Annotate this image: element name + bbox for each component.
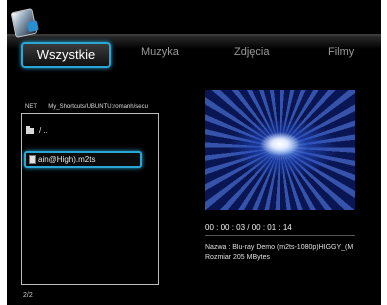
media-player-screen: Wszystkie Muzyka Zdjęcia Filmy NET My_Sh… [7,0,381,305]
tab-all-label: Wszystkie [36,47,96,62]
list-item-selected-file[interactable]: ain@High).m2ts [24,151,142,168]
path-location: My_Shortcuts/UBUNTU:romanh/secu [48,104,148,110]
folder-icon [26,125,34,134]
page-indicator: 2/2 [23,292,33,299]
tab-all[interactable]: Wszystkie [21,42,111,68]
details-divider [205,235,355,236]
path-net: NET [25,104,37,110]
list-item-parent-folder[interactable]: / .. [26,125,48,135]
breadcrumb: NET My_Shortcuts/UBUNTU:romanh/secu [25,104,148,110]
video-preview-thumbnail [205,90,355,210]
tab-films[interactable]: Filmy [328,46,354,58]
logo-badge [26,20,39,33]
file-name-info: Nazwa : Blu-ray Demo (m2ts-1080p)HIGGY_(… [205,244,354,251]
file-list-panel: / .. ain@High).m2ts [21,113,159,285]
category-tab-bar: Wszystkie Muzyka Zdjęcia Filmy [7,34,381,80]
tab-music[interactable]: Muzyka [141,46,179,58]
video-file-icon [29,155,36,164]
tab-photos[interactable]: Zdjęcia [234,46,269,58]
playback-time: 00 : 00 : 03 / 00 : 01 : 14 [205,223,292,232]
media-player-logo-icon [10,7,39,39]
parent-folder-label: / .. [39,126,48,135]
file-size-info: Rozmiar 205 MBytes [205,254,270,261]
selected-file-label: ain@High).m2ts [38,155,96,164]
